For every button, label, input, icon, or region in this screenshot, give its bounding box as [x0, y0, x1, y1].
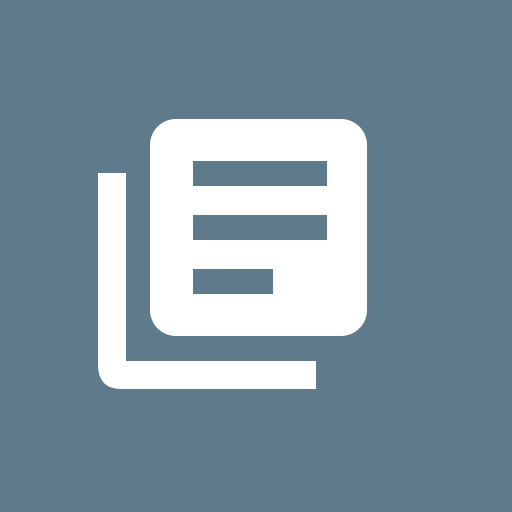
text-line-3	[193, 269, 273, 294]
library-books-icon	[98, 119, 367, 389]
app-icon-tile	[0, 0, 512, 512]
text-line-2	[193, 215, 327, 240]
text-line-1	[193, 161, 327, 186]
